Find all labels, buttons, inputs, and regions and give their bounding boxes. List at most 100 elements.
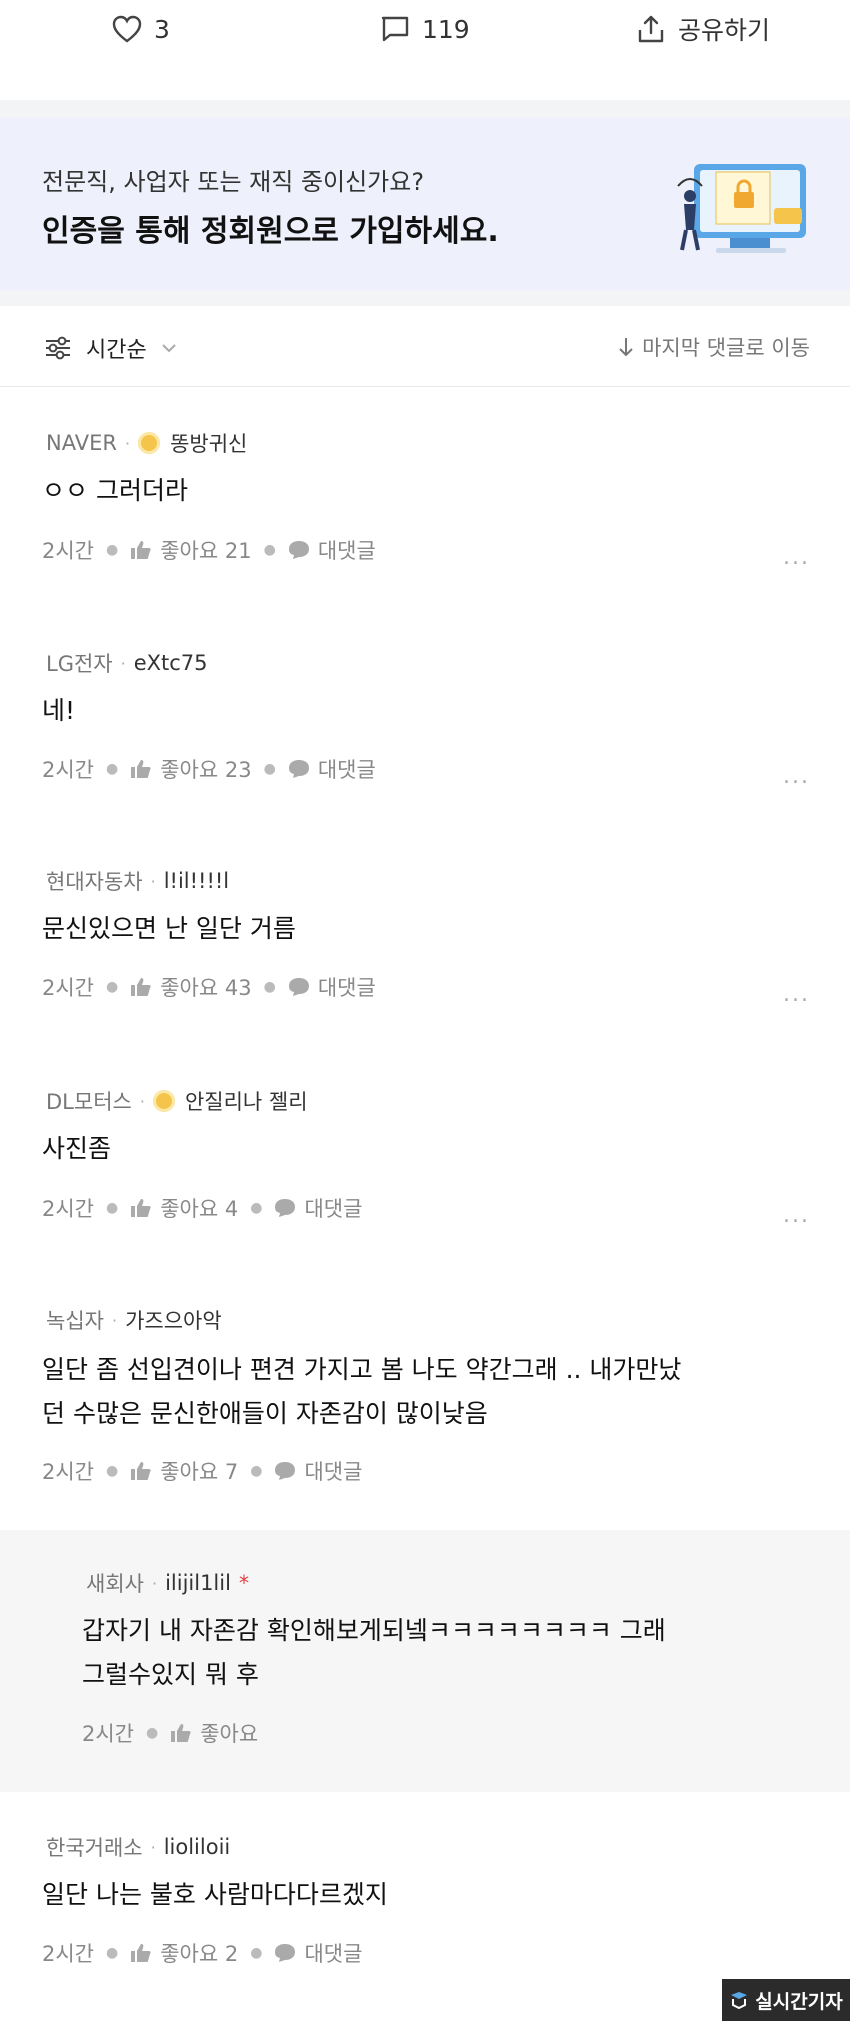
thumbs-up-icon [131,978,151,996]
comment-meta: 새회사 · ilijil1lil * [86,1568,249,1598]
comment-time: 2시간 [82,1722,135,1746]
comment-time: 2시간 [42,1942,95,1966]
comment-text: 문신있으면 난 일단 거름 [42,914,296,943]
arrow-down-icon [619,338,633,357]
banner-illustration [676,156,816,256]
reply-button[interactable]: 대댓글 [288,754,376,784]
comment-text-line: 일단 좀 선입견이나 편견 가지고 봄 나도 약간그래 .. 내가만났 [42,1355,682,1384]
like-button[interactable]: 좋아요 4 [130,1193,238,1223]
banner-title: 인증을 통해 정회원으로 가입하세요. [42,214,499,249]
like-button[interactable]: 좋아요 2 [130,1938,238,1968]
comment-footer: 2시간 ● 좋아요 2 ● 대댓글 [42,1938,362,1968]
comment-time: 2시간 [42,758,95,782]
comment-time: 2시간 [42,1197,95,1221]
share-icon [638,15,664,43]
thumbs-up-icon [131,1944,151,1962]
reply-label: 대댓글 [317,758,376,782]
heart-icon [112,15,142,43]
meta-separator: · [139,1091,145,1111]
comment-company: 새회사 [86,1572,144,1596]
meta-separator: · [124,433,131,453]
meta-separator: · [120,653,126,673]
thumbs-up-icon [171,1724,191,1742]
comment-footer: 2시간 ● 좋아요 43 ● 대댓글 [42,972,376,1002]
sort-dropdown[interactable]: 시간순 [44,332,177,364]
jump-to-last-comment[interactable]: 마지막 댓글로 이동 [618,332,810,362]
comment-item [0,1044,850,1265]
reply-button[interactable]: 대댓글 [274,1193,362,1223]
comment-company: DL모터스 [46,1090,132,1114]
comment-author[interactable]: 가즈으아악 [125,1305,222,1335]
like-count: 좋아요 4 [160,1197,239,1221]
comment-footer: 2시간 ● 좋아요 4 ● 대댓글 [42,1193,362,1223]
comment-meta: NAVER · 똥방귀신 [46,428,247,458]
banner-subtitle: 전문직, 사업자 또는 재직 중이신가요? [42,168,425,196]
reply-label: 대댓글 [304,1197,363,1221]
comment-meta: DL모터스 · 안질리나 젤리 [46,1086,308,1116]
comment-author[interactable]: ilijil1lil [165,1571,231,1595]
comment-text-line: 그럴수있지 뭐 후 [82,1660,259,1689]
sort-bar: 시간순 마지막 댓글로 이동 [0,306,850,387]
reply-label: 대댓글 [317,976,376,1000]
like-button[interactable]: 좋아요 7 [130,1456,238,1486]
like-count: 3 [154,14,170,44]
comment-author[interactable]: 똥방귀신 [170,428,247,458]
comment-text: 일단 나는 불호 사람마다다르겠지 [42,1880,388,1909]
watermark: 실시간기자 [722,1979,850,2021]
comment-text: ㅇㅇ 그러더라 [42,476,188,505]
meta-separator: · [111,1310,118,1330]
comment-company: LG전자 [46,652,113,676]
comment-author[interactable]: eXtc75 [134,651,208,675]
reply-button[interactable]: 대댓글 [274,1456,362,1486]
comment-text: 사진좀 [42,1134,112,1163]
thumbs-up-icon [131,1199,151,1217]
comment-meta: 현대자동차 · l!il!!!!l [46,866,229,896]
like-action[interactable]: 3 [112,10,170,48]
jump-label: 마지막 댓글로 이동 [642,336,810,360]
more-options-icon[interactable]: ... [783,1203,810,1228]
watermark-text: 실시간기자 [755,1990,843,2013]
share-action[interactable]: 공유하기 [636,10,770,48]
comment-text: 네! [42,696,76,725]
comment-author[interactable]: l!il!!!!l [164,869,229,893]
reply-label: 대댓글 [304,1460,363,1484]
like-button[interactable]: 좋아요 23 [130,754,252,784]
meta-separator: · [151,1573,158,1593]
comment-item [0,608,850,827]
like-count: 좋아요 2 [160,1942,239,1966]
like-label: 좋아요 [200,1722,259,1746]
logo-icon [731,1992,748,2009]
comment-footer: 2시간 ● 좋아요 7 ● 대댓글 [42,1456,362,1486]
more-options-icon[interactable]: ... [783,982,810,1007]
chevron-down-icon [162,344,176,353]
comment-author[interactable]: 안질리나 젤리 [185,1086,308,1116]
share-label: 공유하기 [678,16,771,45]
like-button[interactable]: 좋아요 [170,1718,258,1748]
comment-time: 2시간 [42,1460,95,1484]
reply-button[interactable]: 대댓글 [274,1938,362,1968]
comment-meta: LG전자 · eXtc75 [46,648,208,678]
comment-action[interactable]: 119 [380,10,470,48]
member-badge-icon [138,432,161,454]
chat-bubble-icon [288,978,309,996]
reply-button[interactable]: 대댓글 [288,972,376,1002]
like-count: 좋아요 23 [160,758,252,782]
more-options-icon[interactable]: ... [783,545,810,570]
comment-text-line: 던 수많은 문신한애들이 자존감이 많이낮음 [42,1399,488,1428]
comment-author[interactable]: lioliloii [164,1835,231,1859]
like-count: 좋아요 7 [160,1460,239,1484]
action-bar: 3 119 공유하기 [0,0,850,58]
comment-company: 한국거래소 [46,1836,143,1860]
more-options-icon[interactable]: ... [783,764,810,789]
comment-company: NAVER [46,431,117,455]
verification-illustration-icon [677,164,806,253]
comment-count: 119 [422,14,470,44]
like-button[interactable]: 좋아요 21 [130,535,252,565]
reply-button[interactable]: 대댓글 [288,535,376,565]
chat-bubble-icon [275,1462,296,1480]
comment-text-line: 갑자기 내 자존감 확인해보게되넼ㅋㅋㅋㅋㅋㅋㅋㅋ 그래 [82,1616,666,1645]
like-button[interactable]: 좋아요 43 [130,972,252,1002]
comment-meta: 녹십자 · 가즈으아악 [46,1305,222,1335]
thumbs-up-icon [131,760,151,778]
chat-bubble-icon [288,541,309,559]
